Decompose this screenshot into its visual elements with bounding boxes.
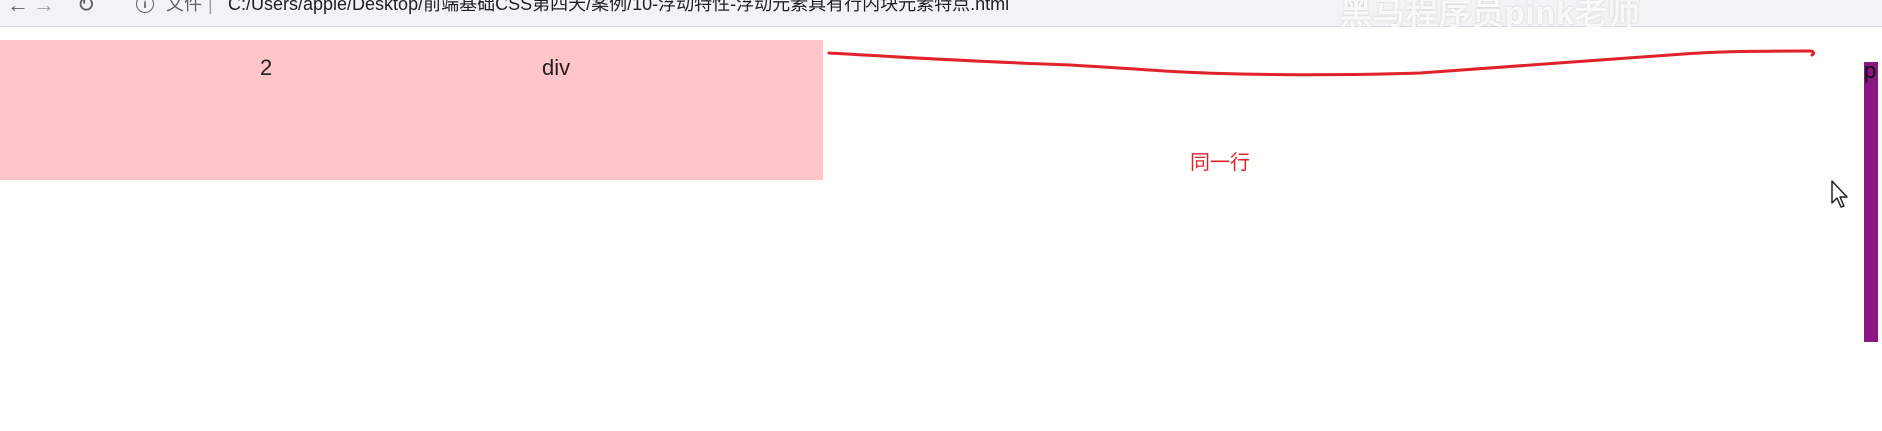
pink-block-label: div: [542, 55, 571, 80]
same-line-annotation: 同一行: [1190, 152, 1250, 174]
info-icon[interactable]: i: [136, 0, 154, 13]
red-annotation-stroke: [827, 49, 1815, 77]
url-text[interactable]: C:/Users/apple/Desktop/前端基础CSS第四天/案例/10-…: [228, 0, 1009, 14]
forward-arrow-icon[interactable]: →: [30, 0, 58, 16]
purple-p-block: [1864, 62, 1878, 342]
purple-block-letter: p: [1864, 58, 1877, 83]
page-viewport: 2 div 同一行 p: [0, 27, 1882, 431]
pink-div-block: 2 div: [0, 40, 823, 180]
scheme-label: 文件: [166, 0, 202, 14]
pink-block-number: 2: [260, 55, 273, 80]
back-arrow-icon[interactable]: ←: [4, 0, 32, 16]
url-separator: |: [208, 0, 213, 14]
browser-toolbar: ← → ↻ i 文件 | C:/Users/apple/Desktop/前端基础…: [0, 0, 1882, 31]
mouse-cursor-icon: [1831, 180, 1848, 208]
reload-icon[interactable]: ↻: [72, 0, 100, 16]
